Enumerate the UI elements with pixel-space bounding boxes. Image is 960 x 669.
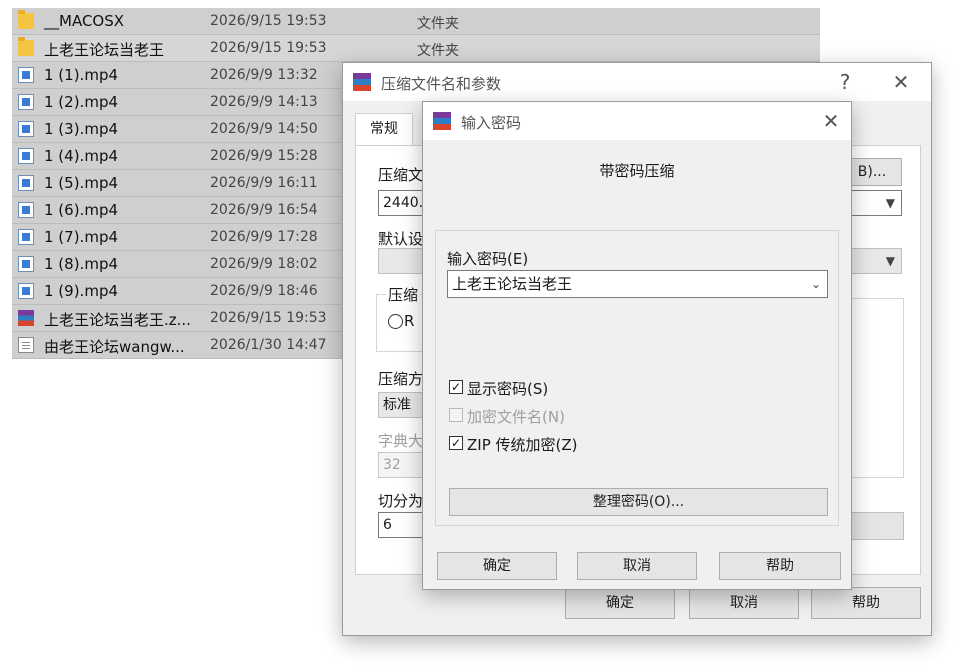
password-label: 输入密码(E) [447, 250, 529, 268]
ok-button[interactable]: 确定 [437, 552, 557, 580]
file-date: 2026/9/9 18:02 [210, 256, 318, 272]
file-row[interactable]: 1 (6).mp4 2026/9/9 16:54 [12, 197, 342, 224]
file-row[interactable]: 1 (3).mp4 2026/9/9 14:50 [12, 116, 342, 143]
file-name: 1 (2).mp4 [44, 93, 119, 111]
file-name: 1 (3).mp4 [44, 120, 119, 138]
chevron-down-icon: ▼ [885, 196, 895, 210]
file-row[interactable]: 1 (2).mp4 2026/9/9 14:13 [12, 89, 342, 116]
format-radio-label: R [404, 312, 415, 330]
file-name: 1 (8).mp4 [44, 255, 119, 273]
video-file-icon [18, 148, 34, 164]
help-button[interactable]: 帮助 [719, 552, 841, 580]
file-row[interactable]: 1 (7).mp4 2026/9/9 17:28 [12, 224, 342, 251]
encrypt-filenames-checkbox[interactable] [449, 408, 463, 422]
chevron-down-icon: ▼ [885, 254, 895, 268]
dict-label: 字典大 [378, 432, 424, 450]
split-label: 切分为 [378, 492, 424, 510]
zip-legacy-label: ZIP 传统加密(Z) [467, 436, 578, 454]
help-button[interactable]: 帮助 [811, 587, 921, 619]
file-row[interactable]: 上老王论坛当老王 2026/9/15 19:53 文件夹 [12, 35, 820, 62]
folder-icon [18, 37, 34, 56]
file-row[interactable]: 1 (4).mp4 2026/9/9 15:28 [12, 143, 342, 170]
video-file-icon [18, 202, 34, 218]
file-name: 上老王论坛当老王.z... [44, 311, 191, 329]
video-file-icon [18, 256, 34, 272]
rar-archive-icon [18, 310, 34, 326]
archive-name-label: 压缩文 [378, 166, 424, 184]
folder-icon [18, 10, 34, 29]
file-name: __MACOSX [44, 12, 125, 30]
file-date: 2026/9/9 14:50 [210, 121, 318, 137]
winrar-icon [433, 112, 451, 130]
compress-dialog-title: 压缩文件名和参数 [381, 75, 502, 93]
format-label: 压缩 [386, 284, 421, 305]
cancel-button[interactable]: 取消 [689, 587, 799, 619]
password-heading: 带密码压缩 [599, 162, 675, 180]
file-date: 2026/9/15 19:53 [210, 310, 327, 326]
help-question-icon[interactable]: ? [831, 69, 859, 95]
file-row[interactable]: 1 (8).mp4 2026/9/9 18:02 [12, 251, 342, 278]
file-name: 由老王论坛wangw... [44, 338, 185, 356]
file-name: 1 (5).mp4 [44, 174, 119, 192]
zip-legacy-checkbox[interactable]: ✓ [449, 436, 463, 450]
video-file-icon [18, 229, 34, 245]
file-date: 2026/9/9 14:13 [210, 94, 318, 110]
file-date: 2026/9/15 19:53 [210, 13, 327, 29]
video-file-icon [18, 175, 34, 191]
cancel-button[interactable]: 取消 [577, 552, 697, 580]
password-value: 上老王论坛当老王 [452, 275, 573, 293]
file-date: 2026/1/30 14:47 [210, 337, 327, 353]
file-date: 2026/9/9 15:28 [210, 148, 318, 164]
file-date: 2026/9/9 16:11 [210, 175, 318, 191]
ok-button[interactable]: 确定 [565, 587, 675, 619]
file-row[interactable]: 由老王论坛wangw... 2026/1/30 14:47 [12, 332, 342, 359]
file-name: 1 (6).mp4 [44, 201, 119, 219]
format-radio[interactable] [388, 314, 403, 329]
file-name: 1 (7).mp4 [44, 228, 119, 246]
compress-dialog-titlebar[interactable]: 压缩文件名和参数 ? ✕ [343, 63, 931, 101]
password-dialog-titlebar[interactable]: 输入密码 ✕ [423, 102, 851, 140]
video-file-icon [18, 121, 34, 137]
password-dialog: 输入密码 ✕ 带密码压缩 输入密码(E) 上老王论坛当老王 ⌄ ✓ 显示密码(S… [422, 101, 852, 590]
file-type: 文件夹 [417, 16, 459, 32]
file-name: 1 (9).mp4 [44, 282, 119, 300]
checkmark-icon: ✓ [450, 380, 462, 394]
file-name: 1 (1).mp4 [44, 66, 119, 84]
show-password-checkbox[interactable]: ✓ [449, 380, 463, 394]
method-label: 压缩方 [378, 370, 424, 388]
show-password-label: 显示密码(S) [467, 380, 549, 398]
file-name: 上老王论坛当老王 [44, 41, 165, 59]
file-row[interactable]: 1 (5).mp4 2026/9/9 16:11 [12, 170, 342, 197]
video-file-icon [18, 67, 34, 83]
file-row[interactable]: 1 (9).mp4 2026/9/9 18:46 [12, 278, 342, 305]
encrypt-filenames-label: 加密文件名(N) [467, 408, 565, 426]
organize-passwords-button[interactable]: 整理密码(O)... [449, 488, 828, 516]
video-file-icon [18, 283, 34, 299]
file-date: 2026/9/15 19:53 [210, 40, 327, 56]
profile-label: 默认设 [378, 230, 424, 248]
password-dialog-title: 输入密码 [461, 114, 522, 132]
file-row[interactable]: 上老王论坛当老王.z... 2026/9/15 19:53 [12, 305, 342, 332]
winrar-icon [353, 73, 371, 91]
file-date: 2026/9/9 18:46 [210, 283, 318, 299]
file-date: 2026/9/9 16:54 [210, 202, 318, 218]
file-row[interactable]: __MACOSX 2026/9/15 19:53 文件夹 [12, 8, 820, 35]
checkmark-icon: ✓ [450, 436, 462, 450]
chevron-down-icon: ⌄ [810, 277, 821, 291]
password-input[interactable]: 上老王论坛当老王 ⌄ [447, 270, 828, 298]
tab-general[interactable]: 常规 [355, 113, 413, 145]
text-file-icon [18, 337, 34, 353]
file-row[interactable]: 1 (1).mp4 2026/9/9 13:32 [12, 62, 342, 89]
close-icon[interactable]: ✕ [887, 69, 915, 95]
file-name: 1 (4).mp4 [44, 147, 119, 165]
file-date: 2026/9/9 17:28 [210, 229, 318, 245]
file-date: 2026/9/9 13:32 [210, 67, 318, 83]
file-type: 文件夹 [417, 43, 459, 59]
video-file-icon [18, 94, 34, 110]
close-icon[interactable]: ✕ [817, 108, 845, 134]
